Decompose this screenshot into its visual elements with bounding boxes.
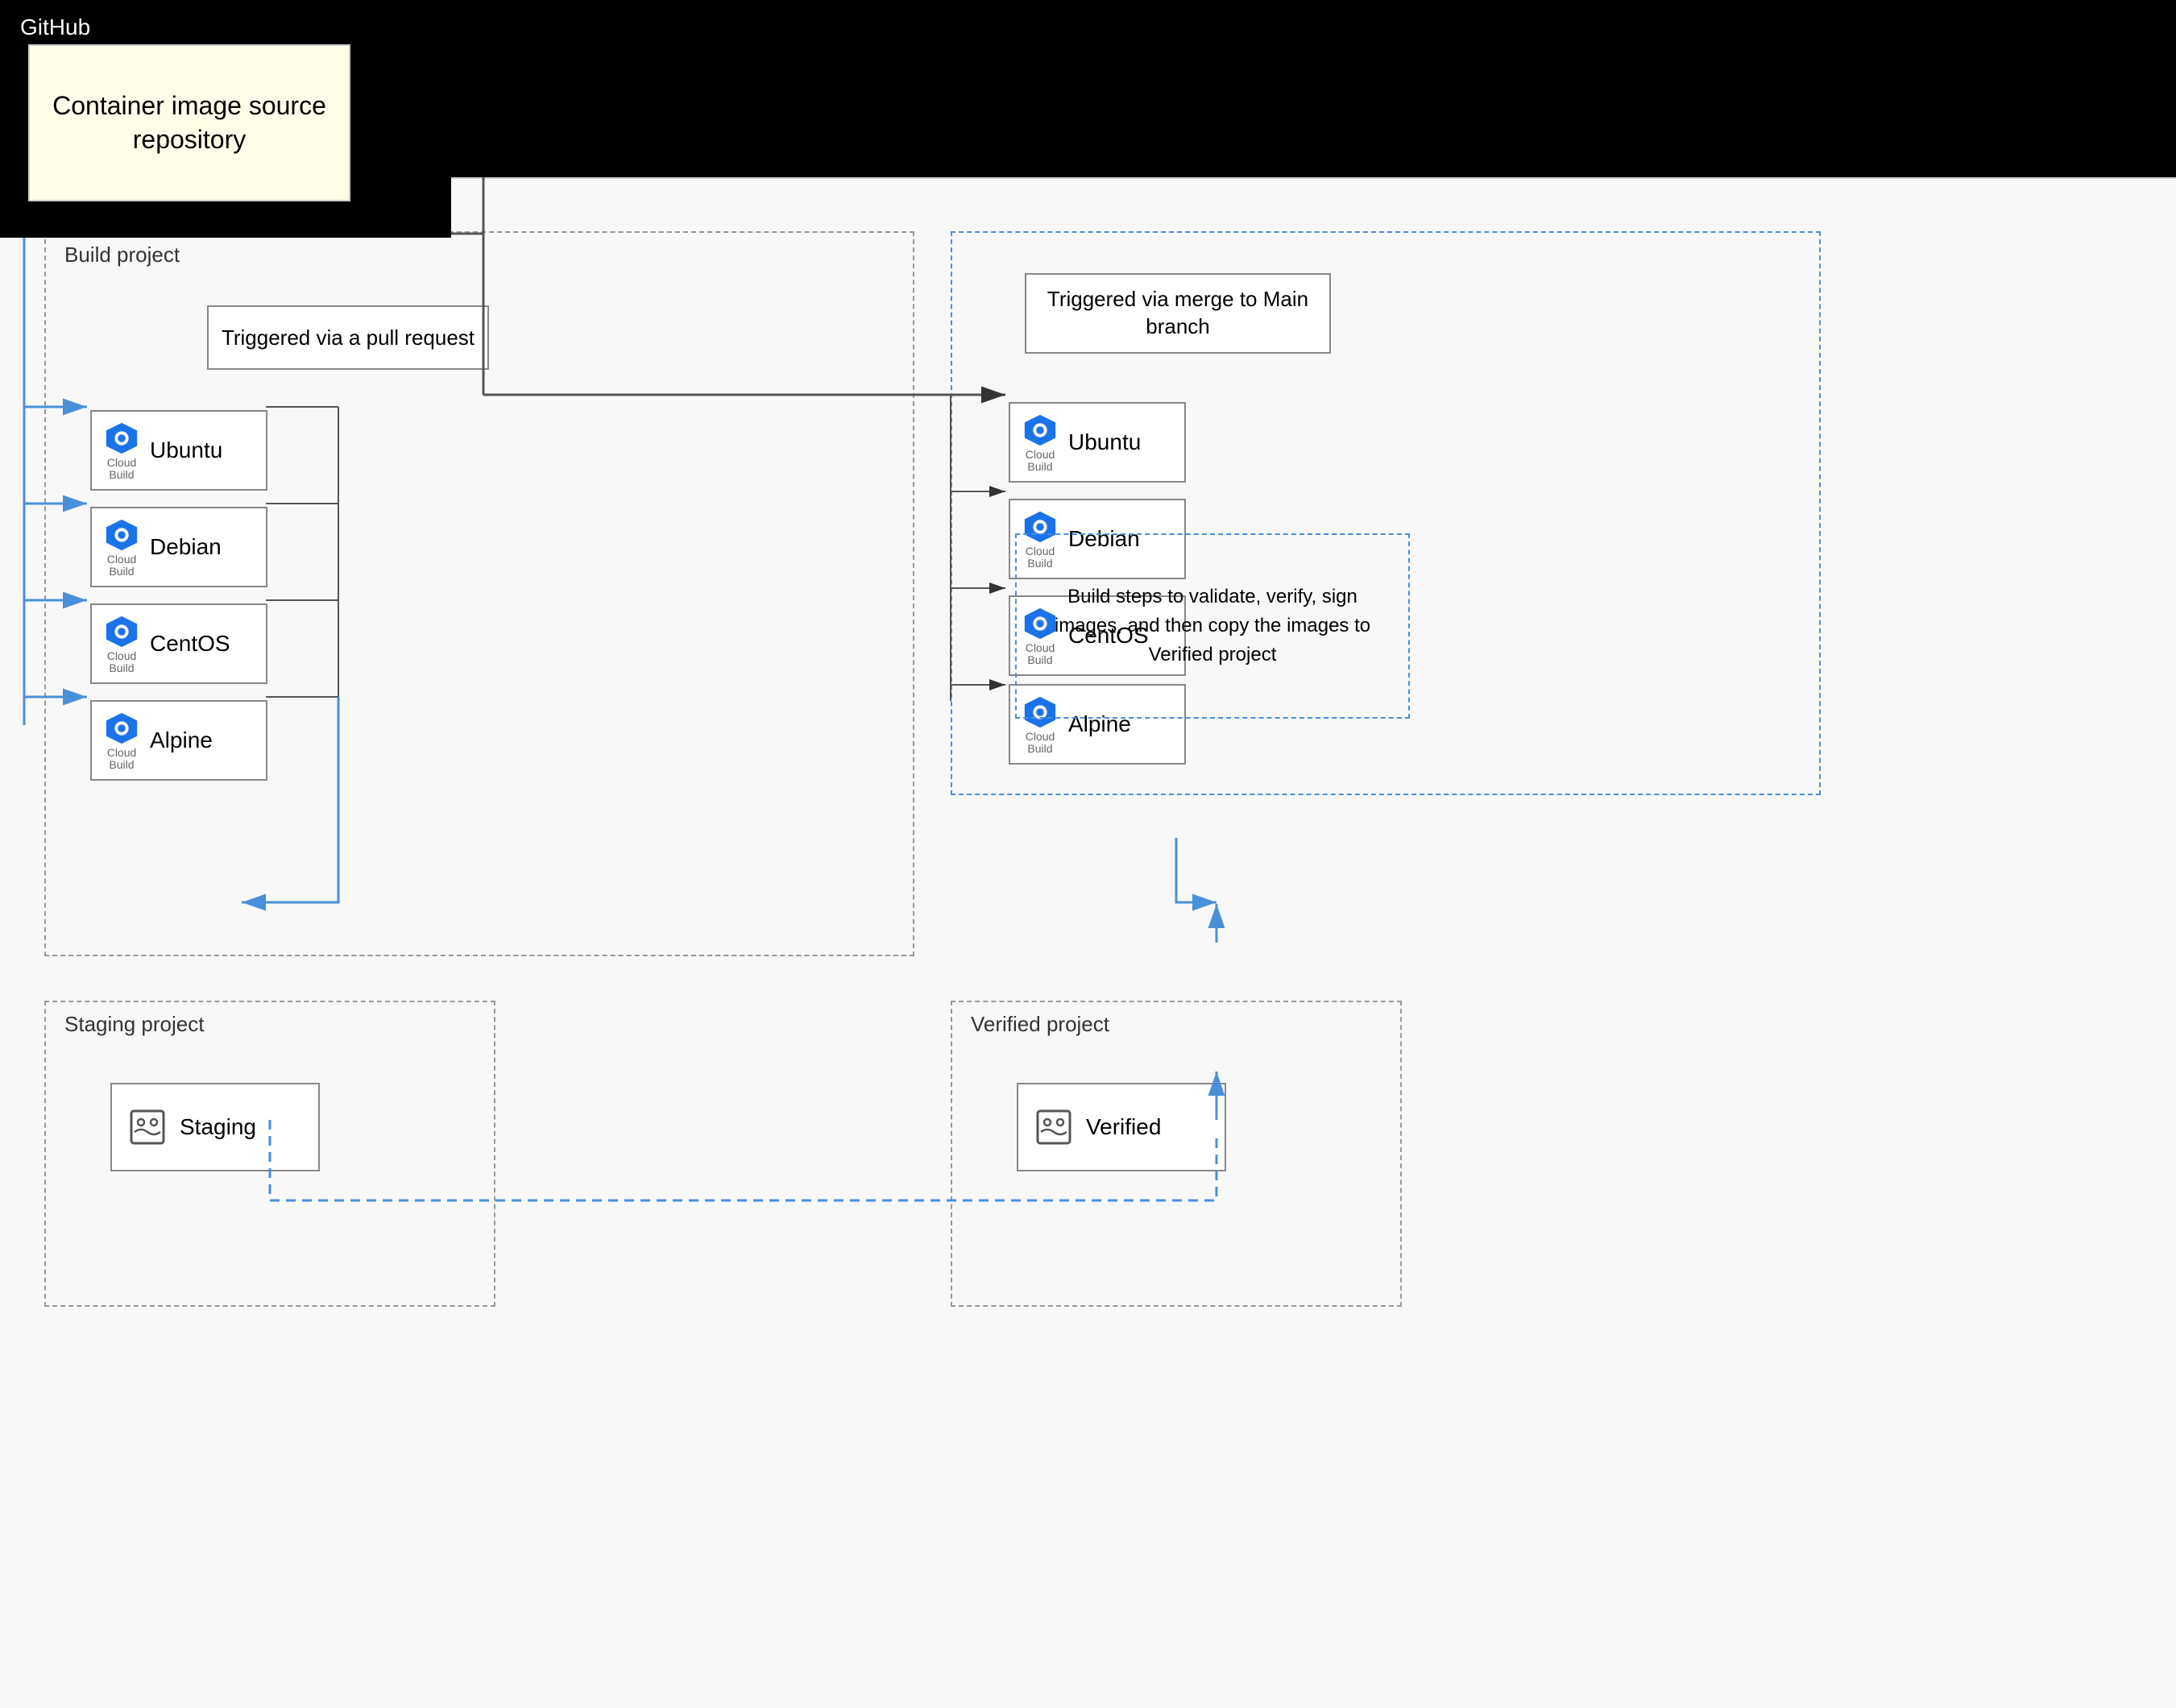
pr-centos-box: CloudBuild CentOS — [90, 603, 267, 684]
cloud-build-icon-debian-pr: CloudBuild — [103, 516, 140, 578]
verified-box: Verified — [1017, 1083, 1226, 1171]
pr-ubuntu-box: CloudBuild Ubuntu — [90, 410, 267, 491]
cloud-build-icon-alpine-pr: CloudBuild — [103, 710, 140, 772]
build-steps-note-box: Build steps to validate, verify, sign im… — [1015, 533, 1410, 719]
merge-ubuntu-label: Ubuntu — [1068, 429, 1141, 455]
build-project-container: Build project Triggered via a pull reque… — [44, 231, 914, 956]
verified-project-container: Verified project Verified — [951, 1001, 1402, 1307]
staging-label: Staging — [180, 1114, 256, 1140]
merge-trigger-text: Triggered via merge to Main branch — [1033, 286, 1323, 341]
verified-project-label: Verified project — [964, 1012, 1116, 1037]
artifact-registry-icon-verified — [1033, 1106, 1075, 1148]
container-repo-text: Container image source repository — [30, 81, 349, 164]
pr-alpine-box: CloudBuild Alpine — [90, 700, 267, 781]
pr-ubuntu-label: Ubuntu — [150, 437, 222, 463]
staging-project-label: Staging project — [58, 1012, 210, 1037]
merge-ubuntu-box: CloudBuild Ubuntu — [1009, 402, 1186, 483]
cloud-build-icon-ubuntu-pr: CloudBuild — [103, 420, 140, 482]
pr-debian-label: Debian — [150, 534, 222, 560]
build-steps-text: Build steps to validate, verify, sign im… — [1033, 582, 1392, 670]
staging-box: Staging — [110, 1083, 320, 1171]
cloud-build-icon-ubuntu-merge: CloudBuild — [1022, 412, 1059, 474]
github-section: GitHub Container image source repository — [0, 0, 451, 238]
pr-centos-label: CentOS — [150, 631, 230, 657]
cloud-build-icon-centos-pr: CloudBuild — [103, 613, 140, 675]
pull-request-trigger-text: Triggered via a pull request — [222, 325, 475, 350]
artifact-registry-icon-staging — [126, 1106, 168, 1148]
staging-project-container: Staging project Staging — [44, 1001, 495, 1307]
verified-label: Verified — [1086, 1114, 1161, 1140]
pull-request-trigger-box: Triggered via a pull request — [207, 305, 489, 370]
pr-debian-box: CloudBuild Debian — [90, 507, 267, 587]
build-project-label: Build project — [58, 243, 186, 267]
pr-alpine-label: Alpine — [150, 728, 213, 753]
merge-trigger-box: Triggered via merge to Main branch — [1025, 273, 1331, 354]
gcp-section: Google Cloud Platform Build project Trig… — [0, 177, 2176, 1708]
github-label: GitHub — [20, 15, 90, 40]
container-repo-box: Container image source repository — [28, 44, 350, 201]
